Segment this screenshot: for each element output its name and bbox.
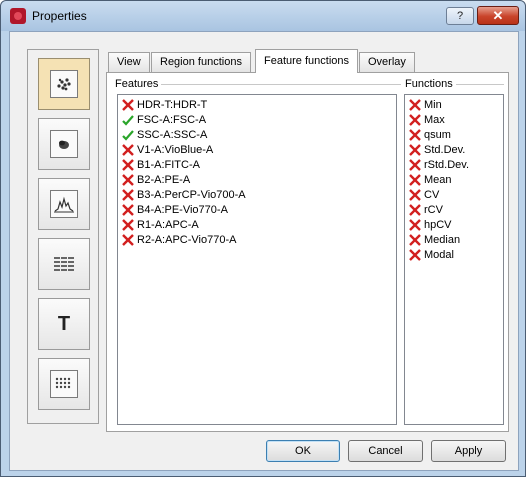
table-icon — [50, 250, 78, 278]
functions-listbox[interactable]: Min Max qsum Std.Dev. rStd.Dev. Mean CV rCV hpCV… — [404, 94, 504, 425]
dot-plot-button[interactable] — [38, 58, 90, 110]
grid-icon — [50, 370, 78, 398]
function-item-label: Min — [424, 98, 442, 111]
tab-feature-functions[interactable]: Feature functions — [255, 49, 358, 73]
features-group-label: Features — [115, 78, 162, 90]
title-bar[interactable]: Properties ? ✕ — [1, 1, 525, 31]
function-item[interactable]: Max — [405, 112, 503, 127]
cross-icon[interactable] — [121, 158, 135, 172]
feature-item-label: SSC-A:SSC-A — [137, 128, 208, 141]
help-button[interactable]: ? — [446, 7, 474, 25]
function-item[interactable]: hpCV — [405, 217, 503, 232]
function-item-label: CV — [424, 188, 440, 201]
feature-item-label: R1-A:APC-A — [137, 218, 199, 231]
function-item[interactable]: Modal — [405, 247, 503, 262]
dot-plot-icon — [50, 70, 78, 98]
feature-item-label: B3-A:PerCP-Vio700-A — [137, 188, 246, 201]
cross-icon[interactable] — [408, 98, 422, 112]
feature-item[interactable]: B3-A:PerCP-Vio700-A — [118, 187, 396, 202]
feature-item-label: R2-A:APC-Vio770-A — [137, 233, 237, 246]
cross-icon[interactable] — [408, 233, 422, 247]
tab-view[interactable]: View — [108, 52, 150, 72]
cross-icon[interactable] — [408, 158, 422, 172]
table-button[interactable] — [38, 238, 90, 290]
cross-icon[interactable] — [121, 188, 135, 202]
close-button[interactable]: ✕ — [477, 6, 519, 25]
feature-item-label: B1-A:FITC-A — [137, 158, 200, 171]
feature-item-label: HDR-T:HDR-T — [137, 98, 208, 111]
function-item-label: rStd.Dev. — [424, 158, 470, 171]
feature-functions-panel: Features Functions HDR-T:HDR-T FSC-A:FSC-… — [106, 72, 509, 432]
feature-item-label: FSC-A:FSC-A — [137, 113, 207, 126]
feature-item[interactable]: HDR-T:HDR-T — [118, 97, 396, 112]
cross-icon[interactable] — [408, 248, 422, 262]
function-item[interactable]: Min — [405, 97, 503, 112]
feature-item-label: B4-A:PE-Vio770-A — [137, 203, 228, 216]
dialog-body: T View Region functions Feature function… — [9, 31, 519, 471]
cross-icon[interactable] — [121, 233, 135, 247]
function-item[interactable]: Median — [405, 232, 503, 247]
app-icon — [10, 8, 26, 24]
cross-icon[interactable] — [121, 98, 135, 112]
function-item-label: Modal — [424, 248, 454, 261]
function-item[interactable]: Std.Dev. — [405, 142, 503, 157]
cross-icon[interactable] — [408, 188, 422, 202]
function-item[interactable]: CV — [405, 187, 503, 202]
density-plot-icon — [50, 130, 78, 158]
text-icon: T — [57, 312, 71, 335]
density-plot-button[interactable] — [38, 118, 90, 170]
histogram-button[interactable] — [38, 178, 90, 230]
cross-icon[interactable] — [408, 143, 422, 157]
function-item[interactable]: rStd.Dev. — [405, 157, 503, 172]
function-item-label: Median — [424, 233, 461, 246]
cross-icon[interactable] — [121, 143, 135, 157]
checkmark-icon[interactable] — [121, 113, 135, 127]
histogram-icon — [50, 190, 78, 218]
cross-icon[interactable] — [121, 173, 135, 187]
feature-item-label: V1-A:VioBlue-A — [137, 143, 214, 156]
function-item[interactable]: qsum — [405, 127, 503, 142]
feature-item[interactable]: B1-A:FITC-A — [118, 157, 396, 172]
cross-icon[interactable] — [408, 173, 422, 187]
features-listbox[interactable]: HDR-T:HDR-T FSC-A:FSC-A SSC-A:SSC-A V1-A:Vi… — [117, 94, 397, 425]
feature-item[interactable]: FSC-A:FSC-A — [118, 112, 396, 127]
tab-overlay[interactable]: Overlay — [359, 52, 415, 72]
function-item-label: Mean — [424, 173, 452, 186]
cross-icon[interactable] — [408, 128, 422, 142]
window-title: Properties — [32, 9, 87, 23]
feature-item[interactable]: B4-A:PE-Vio770-A — [118, 202, 396, 217]
feature-item[interactable]: R2-A:APC-Vio770-A — [118, 232, 396, 247]
function-item-label: rCV — [424, 203, 443, 216]
ok-button[interactable]: OK — [266, 440, 340, 462]
checkmark-icon[interactable] — [121, 128, 135, 142]
function-item-label: qsum — [424, 128, 451, 141]
cross-icon[interactable] — [408, 218, 422, 232]
feature-item[interactable]: B2-A:PE-A — [118, 172, 396, 187]
feature-item[interactable]: SSC-A:SSC-A — [118, 127, 396, 142]
feature-item[interactable]: R1-A:APC-A — [118, 217, 396, 232]
function-item[interactable]: rCV — [405, 202, 503, 217]
functions-group-label: Functions — [405, 78, 456, 90]
function-item-label: hpCV — [424, 218, 452, 231]
tab-region-functions[interactable]: Region functions — [151, 52, 251, 72]
cross-icon[interactable] — [121, 218, 135, 232]
cross-icon[interactable] — [121, 203, 135, 217]
feature-item-label: B2-A:PE-A — [137, 173, 191, 186]
plot-type-toolbar: T — [27, 49, 99, 424]
cross-icon[interactable] — [408, 113, 422, 127]
text-button[interactable]: T — [38, 298, 90, 350]
cross-icon[interactable] — [408, 203, 422, 217]
function-item-label: Max — [424, 113, 445, 126]
apply-button[interactable]: Apply — [431, 440, 506, 462]
grid-button[interactable] — [38, 358, 90, 410]
properties-window: Properties ? ✕ T View Region functions F… — [0, 0, 526, 477]
function-item[interactable]: Mean — [405, 172, 503, 187]
function-item-label: Std.Dev. — [424, 143, 466, 156]
feature-item[interactable]: V1-A:VioBlue-A — [118, 142, 396, 157]
cancel-button[interactable]: Cancel — [348, 440, 423, 462]
